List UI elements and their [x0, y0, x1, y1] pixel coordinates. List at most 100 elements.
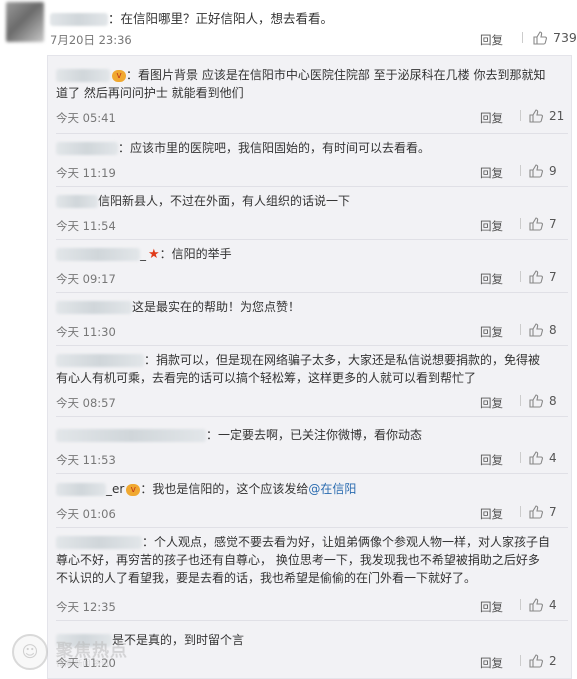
username-blurred[interactable]	[56, 69, 110, 82]
reply-button[interactable]: 回复	[480, 324, 503, 340]
like-count: 2	[549, 654, 557, 668]
divider	[520, 599, 521, 610]
like-count: 7	[549, 505, 557, 519]
reply-text: ：捐款可以，但是现在网络骗子太多，大家还是私信说想要捐款的，免得被	[56, 351, 568, 369]
username-blurred[interactable]	[56, 142, 118, 155]
like-button[interactable]: 7	[520, 505, 557, 519]
list-item: ：捐款可以，但是现在网络骗子太多，大家还是私信说想要捐款的，免得被 有心人有机可…	[56, 351, 568, 417]
like-count: 7	[549, 270, 557, 284]
reply-text: 这是最实在的帮助！为您点赞！	[56, 298, 568, 316]
reply-time: 今天 12:35	[56, 600, 116, 614]
comment-time: 7月20日 23:36	[50, 33, 132, 47]
like-button[interactable]: 8	[520, 394, 557, 408]
reply-button[interactable]: 回复	[480, 452, 503, 468]
like-count: 7	[549, 217, 557, 231]
reply-list: v ：看图片背景 应该是在信阳市中心医院住院部 至于泌尿科在几楼 你去到那就知 道…	[47, 55, 572, 679]
thumbs-up-icon	[529, 109, 543, 123]
divider	[56, 186, 568, 187]
thumbs-up-icon	[529, 270, 543, 284]
reply-button[interactable]: 回复	[480, 395, 503, 411]
reply-button[interactable]: 回复	[480, 165, 503, 181]
divider	[520, 395, 521, 406]
username-blurred[interactable]	[56, 536, 142, 549]
divider	[520, 218, 521, 229]
reply-button[interactable]: 回复	[480, 218, 503, 234]
username-blurred[interactable]	[56, 248, 140, 261]
reply-button[interactable]: 回复	[480, 506, 503, 522]
like-button[interactable]: 2	[520, 654, 557, 668]
thumbs-up-icon	[529, 164, 543, 178]
divider	[522, 32, 523, 43]
thumbs-up-icon	[529, 654, 543, 668]
reply-button[interactable]: 回复	[480, 271, 503, 287]
reply-text: 信阳新县人，不过在外面，有人组织的话说一下	[56, 192, 568, 210]
vip-badge-icon: v	[112, 69, 126, 82]
like-count: 8	[549, 394, 557, 408]
reply-time: 今天 11:53	[56, 453, 116, 467]
divider	[56, 620, 568, 621]
divider	[56, 416, 568, 417]
username-blurred[interactable]	[56, 429, 206, 442]
like-count: 739	[553, 30, 577, 45]
reply-text-line: 道了 然后再问问护士 就能看到他们	[56, 86, 244, 100]
like-count: 9	[549, 164, 557, 178]
divider	[56, 473, 568, 474]
list-item: _ ★：信阳的举手 今天 09:17 回复 7	[56, 245, 568, 293]
reply-text: ：一定要去啊，已关注你微博，看你动态	[56, 426, 568, 444]
like-button[interactable]: 4	[520, 451, 557, 465]
like-button[interactable]: 739	[522, 30, 577, 45]
divider	[56, 345, 568, 346]
list-item: ：个人观点，感觉不要去看为好，让姐弟俩像个参观人物一样，对人家孩子自 尊心不好，…	[56, 533, 568, 621]
reply-text: _er v ：我也是信阳的，这个应该发给@在信阳	[56, 480, 568, 498]
reply-time: 今天 09:17	[56, 272, 116, 286]
reply-button[interactable]: 回复	[480, 32, 503, 48]
divider	[520, 324, 521, 335]
reply-text-line: 不认识的人了看望我，要是去看的话，我也希望是偷偷的在门外看一下就好了。	[56, 571, 477, 585]
star-badge-icon: ★	[148, 247, 160, 262]
reply-time: 今天 08:57	[56, 396, 116, 410]
like-button[interactable]: 4	[520, 598, 557, 612]
like-button[interactable]: 9	[520, 164, 557, 178]
like-button[interactable]: 7	[520, 217, 557, 231]
like-count: 21	[549, 109, 565, 123]
reply-time: 今天 11:54	[56, 219, 116, 233]
thumbs-up-icon	[529, 451, 543, 465]
like-button[interactable]: 7	[520, 270, 557, 284]
username-blurred[interactable]	[56, 483, 106, 496]
list-item: v ：看图片背景 应该是在信阳市中心医院住院部 至于泌尿科在几楼 你去到那就知 道…	[56, 66, 568, 134]
avatar[interactable]	[6, 2, 44, 42]
like-count: 8	[549, 323, 557, 337]
list-item: 信阳新县人，不过在外面，有人组织的话说一下 今天 11:54 回复 7	[56, 192, 568, 240]
like-count: 4	[549, 598, 557, 612]
username-blurred[interactable]	[56, 301, 132, 314]
reply-text-line: 尊心不好，再穷苦的孩子也还有自尊心， 换位思考一下，我发现我也不希望被捐助之后好…	[56, 553, 540, 567]
thumbs-up-icon	[529, 217, 543, 231]
vip-badge-icon: v	[126, 483, 141, 496]
reply-text: v ：看图片背景 应该是在信阳市中心医院住院部 至于泌尿科在几楼 你去到那就知	[56, 66, 568, 84]
reply-text: ：个人观点，感觉不要去看为好，让姐弟俩像个参观人物一样，对人家孩子自	[56, 533, 568, 551]
reply-text-line: 有心人有机可乘，去看完的话可以搞个轻松筹，这样更多的人就可以看到帮忙了	[56, 371, 477, 385]
like-button[interactable]: 8	[520, 323, 557, 337]
username-blurred[interactable]	[56, 354, 144, 367]
username-blurred[interactable]	[50, 13, 108, 26]
reply-text: ：应该市里的医院吧，我信阳固始的，有时间可以去看看。	[56, 139, 568, 157]
comment-text: ：在信阳哪里？正好信阳人，想去看看。	[50, 8, 333, 27]
reply-button[interactable]: 回复	[480, 110, 503, 126]
mention-link[interactable]: @在信阳	[308, 482, 356, 496]
reply-text: _ ★：信阳的举手	[56, 245, 568, 264]
divider	[520, 655, 521, 666]
username-blurred[interactable]	[56, 195, 98, 208]
divider	[56, 527, 568, 528]
reply-button[interactable]: 回复	[480, 655, 503, 671]
divider	[56, 133, 568, 134]
reply-time: 今天 11:19	[56, 166, 116, 180]
like-button[interactable]: 21	[520, 109, 565, 123]
reply-button[interactable]: 回复	[480, 599, 503, 615]
like-count: 4	[549, 451, 557, 465]
divider	[520, 271, 521, 282]
divider	[520, 506, 521, 517]
list-item: 这是最实在的帮助！为您点赞！ 今天 11:30 回复 8	[56, 298, 568, 346]
divider	[520, 110, 521, 121]
list-item: _er v ：我也是信阳的，这个应该发给@在信阳 今天 01:06 回复 7	[56, 480, 568, 528]
thumbs-up-icon	[529, 394, 543, 408]
